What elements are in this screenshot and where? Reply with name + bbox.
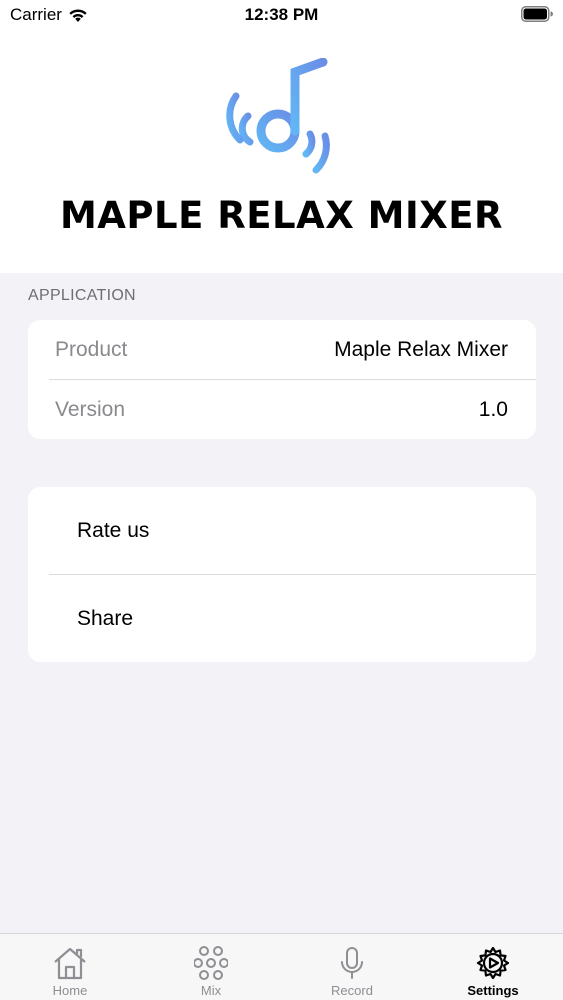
- tab-record[interactable]: Record: [282, 934, 422, 1000]
- tab-mix-label: Mix: [200, 983, 222, 998]
- rate-us-label: Rate us: [77, 518, 150, 542]
- product-value: Maple Relax Mixer: [334, 338, 508, 361]
- actions-card: Rate us Share: [28, 487, 536, 662]
- status-bar: Carrier 12:38 PM: [0, 0, 563, 30]
- share-button[interactable]: Share: [28, 575, 536, 662]
- house-icon: [54, 947, 86, 980]
- application-info-card: Product Maple Relax Mixer Version 1.0: [28, 320, 536, 439]
- product-key: Product: [55, 338, 128, 361]
- tab-home[interactable]: Home: [0, 934, 140, 1000]
- version-key: Version: [55, 397, 126, 421]
- music-note-signal-icon: [226, 58, 330, 174]
- version-row: Version 1.0: [28, 380, 536, 439]
- app-title: MAPLE RELAX MIXER: [59, 194, 504, 237]
- share-label: Share: [77, 606, 134, 630]
- tab-settings[interactable]: Settings: [423, 934, 563, 1000]
- tab-settings-label: Settings: [467, 983, 519, 998]
- section-header-application: APPLICATION: [28, 287, 136, 304]
- rate-us-button[interactable]: Rate us: [28, 487, 536, 574]
- tab-record-label: Record: [331, 983, 373, 998]
- tab-mix[interactable]: Mix: [141, 934, 281, 1000]
- battery-icon: [521, 6, 553, 22]
- gear-play-icon: [476, 946, 510, 980]
- microphone-icon: [341, 947, 363, 979]
- header-area: Carrier 12:38 PM MAPLE RELAX MIXER: [0, 0, 563, 273]
- version-value: 1.0: [478, 397, 508, 421]
- tab-home-label: Home: [52, 983, 88, 998]
- tab-bar: Home Mix Record Settings: [0, 933, 563, 1000]
- circles-grid-icon: [194, 946, 228, 980]
- product-row: Product Maple Relax Mixer: [28, 320, 536, 380]
- status-time: 12:38 PM: [244, 5, 319, 24]
